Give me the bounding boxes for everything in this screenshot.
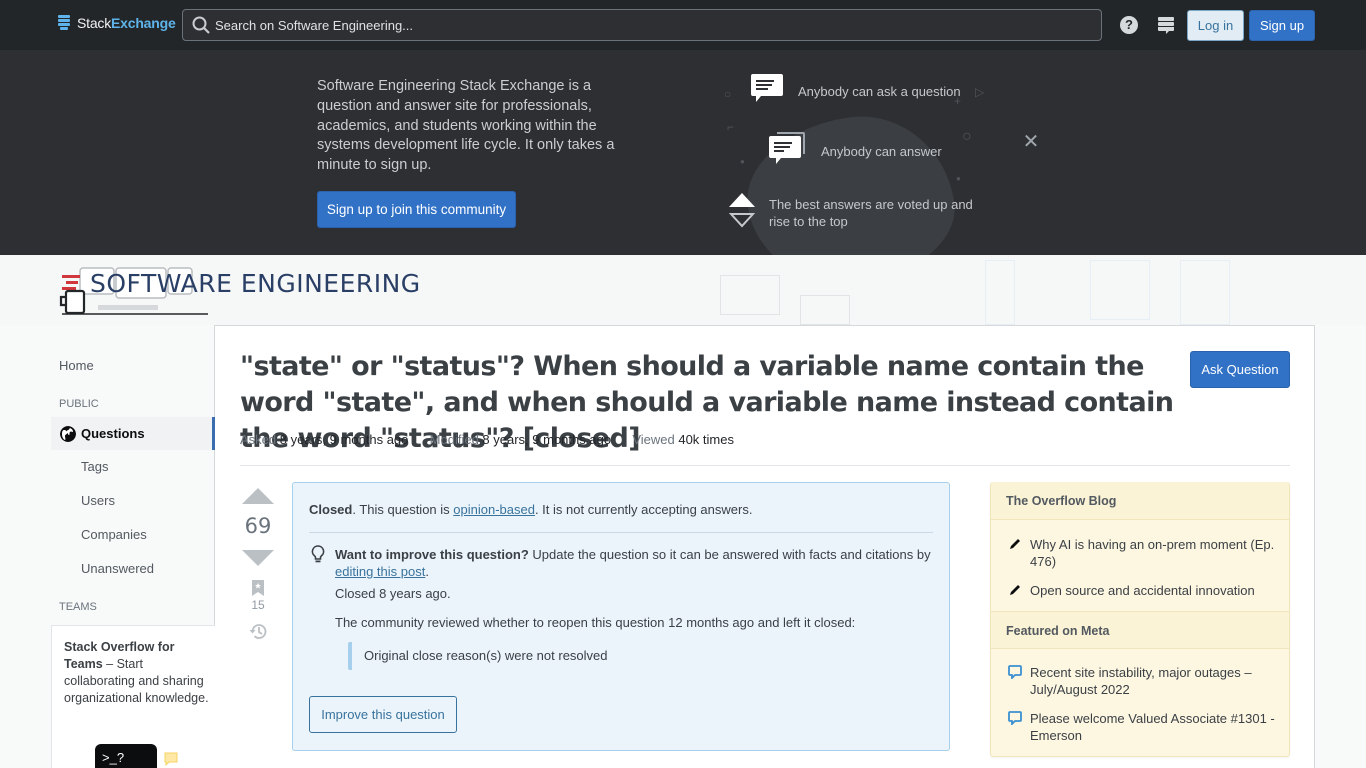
blog-item[interactable]: Why AI is having an on-prem moment (Ep. … — [1006, 536, 1281, 570]
pencil-icon — [1010, 585, 1020, 595]
bookmark-count: 15 — [251, 598, 265, 612]
closed-notice: Closed. This question is opinion-based. … — [292, 482, 950, 751]
join-community-button[interactable]: Sign up to join this community — [317, 191, 516, 228]
chat-bubble-icon — [164, 752, 178, 766]
title-divider — [240, 465, 1290, 466]
meta-item-text[interactable]: Please welcome Valued Associate #1301 - … — [1030, 711, 1275, 743]
history-icon[interactable] — [249, 622, 268, 641]
search-icon — [192, 16, 210, 34]
asked-label: Asked — [240, 432, 277, 447]
teams-prompt: >_? — [102, 750, 125, 765]
main-content: "state" or "status"? When should a varia… — [215, 325, 1315, 768]
opinion-based-link[interactable]: opinion-based — [453, 502, 535, 517]
blog-item[interactable]: Open source and accidental innovation — [1006, 582, 1281, 599]
blog-item-text[interactable]: Open source and accidental innovation — [1030, 583, 1255, 598]
asked-value: 8 years, 9 months ago — [279, 432, 409, 447]
logo-stack-text: Stack — [77, 15, 112, 31]
meta-chat-icon — [1008, 711, 1022, 725]
bookmark-icon[interactable] — [252, 580, 264, 596]
teams-promo: Stack Overflow for Teams – Start collabo… — [51, 625, 215, 768]
meta-chat-icon — [1008, 665, 1022, 679]
nav-questions[interactable]: Questions — [51, 417, 215, 450]
topbar: StackExchange ? Log in Sign up — [0, 0, 1366, 50]
nav-home[interactable]: Home — [59, 358, 94, 373]
nav-tags[interactable]: Tags — [81, 459, 108, 474]
decor-corner: ⌐ — [727, 120, 735, 134]
signup-button[interactable]: Sign up — [1249, 10, 1315, 41]
improve-question-text: Update the question so it can be answere… — [528, 547, 931, 562]
meta-item[interactable]: Recent site instability, major outages –… — [1006, 664, 1281, 698]
speech-bubble-icon — [751, 74, 783, 102]
banner-description: Software Engineering Stack Exchange is a… — [317, 78, 615, 174]
header-sketch — [1180, 260, 1230, 325]
header-sketch — [1090, 260, 1150, 320]
editing-post-link[interactable]: editing this post — [335, 564, 425, 579]
closed-label: Closed — [309, 502, 353, 517]
banner-blob — [737, 104, 964, 255]
feature-answer: Anybody can answer — [821, 144, 942, 159]
header-sketch — [800, 295, 850, 325]
nav-questions-label: Questions — [81, 426, 145, 441]
logo-exchange-text: Exchange — [111, 15, 176, 31]
vote-cell: 69 15 — [240, 488, 276, 641]
sidebar-widget: The Overflow Blog Why AI is having an on… — [990, 482, 1290, 757]
viewed-label: Viewed — [632, 432, 675, 447]
left-sidebar: Home PUBLIC Questions Tags Users Compani… — [51, 325, 215, 768]
site-header: SOFTWARE ENGINEERING — [0, 255, 1366, 325]
closed-ago: Closed 8 years ago. — [335, 586, 451, 601]
question-meta: Asked 8 years, 9 months ago Modified 8 y… — [240, 432, 734, 447]
meta-item-text[interactable]: Recent site instability, major outages –… — [1030, 665, 1252, 697]
decor-circle: ○ — [724, 87, 732, 101]
vote-arrows-icon — [729, 193, 755, 228]
close-reason-quote: Original close reason(s) were not resolv… — [348, 642, 608, 670]
search-box — [182, 9, 1102, 41]
speech-bubbles-icon — [769, 132, 805, 164]
header-sketch — [985, 260, 1015, 325]
upvote-icon[interactable] — [242, 488, 274, 504]
viewed-value: 40k times — [678, 432, 734, 447]
nav-companies[interactable]: Companies — [81, 527, 147, 542]
nav-users[interactable]: Users — [81, 493, 115, 508]
meta-item[interactable]: Please welcome Valued Associate #1301 - … — [1006, 710, 1281, 744]
globe-icon — [60, 426, 76, 442]
site-name[interactable]: SOFTWARE ENGINEERING — [90, 269, 421, 298]
stackexchange-logo[interactable]: StackExchange — [58, 15, 176, 31]
nav-unanswered[interactable]: Unanswered — [81, 561, 154, 576]
ask-question-button[interactable]: Ask Question — [1190, 351, 1290, 388]
site-switcher-icon[interactable] — [1157, 17, 1175, 35]
decor-dot: ● — [956, 174, 961, 183]
closed-text-end: . It is not currently accepting answers. — [534, 502, 753, 517]
header-sketch — [720, 275, 780, 315]
downvote-icon[interactable] — [242, 550, 274, 566]
nav-section-public: PUBLIC — [59, 398, 99, 410]
help-icon[interactable]: ? — [1120, 16, 1138, 34]
decor-triangle: ▷ — [975, 85, 985, 99]
modified-value[interactable]: 8 years, 9 months ago — [482, 432, 611, 447]
lightbulb-icon — [311, 545, 325, 563]
decor-dot: ● — [740, 157, 745, 166]
teams-illustration: >_? — [95, 744, 157, 768]
pencil-icon — [1010, 539, 1020, 549]
notice-divider — [309, 532, 933, 533]
review-text: The community reviewed whether to reopen… — [335, 615, 856, 630]
stackexchange-icon — [58, 15, 71, 31]
nav-section-teams: TEAMS — [59, 601, 97, 613]
improve-question-button[interactable]: Improve this question — [309, 696, 457, 733]
closed-text: . This question is — [352, 502, 454, 517]
modified-label: Modified — [429, 432, 479, 447]
vote-count: 69 — [244, 514, 272, 538]
blog-item-text[interactable]: Why AI is having an on-prem moment (Ep. … — [1030, 537, 1274, 569]
decor-circle: ○ — [962, 128, 972, 145]
feature-ask: Anybody can ask a question — [798, 84, 961, 99]
overflow-blog-header: The Overflow Blog — [991, 482, 1289, 520]
login-button[interactable]: Log in — [1187, 10, 1244, 41]
featured-meta-header: Featured on Meta — [991, 611, 1289, 649]
signup-banner: Software Engineering Stack Exchange is a… — [0, 50, 1366, 255]
close-banner-icon[interactable]: ✕ — [1022, 132, 1040, 152]
search-input[interactable] — [215, 10, 1085, 40]
feature-vote: The best answers are voted up and rise t… — [769, 197, 973, 229]
improve-question-heading: Want to improve this question? — [335, 547, 529, 562]
